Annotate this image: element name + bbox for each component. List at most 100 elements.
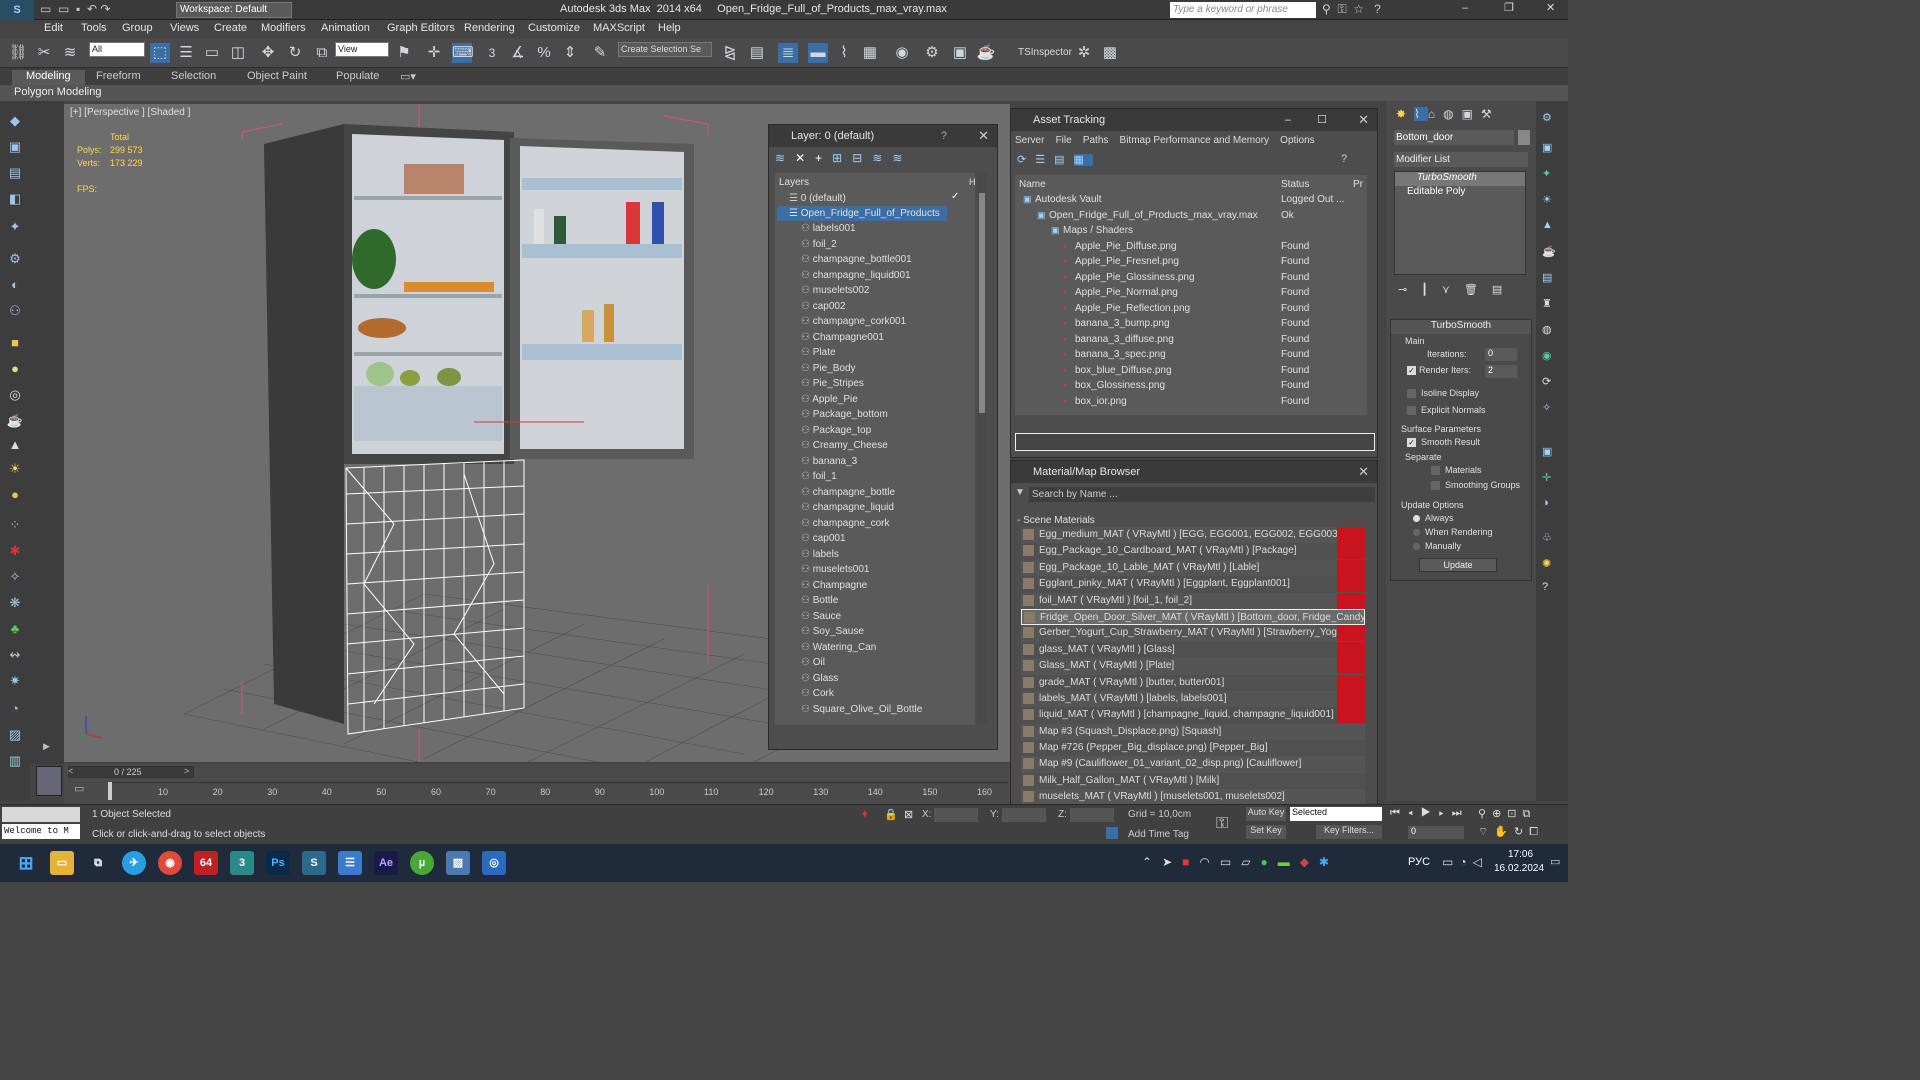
material-group-header[interactable]: - Scene Materials — [1017, 513, 1095, 528]
asset-menu-server[interactable]: Server — [1015, 135, 1044, 146]
layer-item[interactable]: ⚇ Plate — [801, 345, 836, 360]
layer-root[interactable]: ☰ 0 (default) — [789, 191, 965, 206]
ribbon-toggle-icon[interactable]: ▬ — [808, 43, 828, 63]
language-indicator[interactable]: РУС — [1408, 856, 1430, 868]
render-setup-icon[interactable]: ⚙ — [922, 43, 942, 63]
tool-icon-5[interactable]: ✦ — [5, 219, 25, 237]
maxscript-listener-field[interactable] — [2, 807, 80, 822]
tsinspector-settings-icon[interactable]: ✲ — [1074, 43, 1094, 63]
asset-row[interactable]: ▪ banana_3_bump.png Found — [1015, 316, 1367, 331]
asset-row[interactable]: ▪ Apple_Pie_Diffuse.png Found — [1015, 239, 1367, 254]
keyboard-shortcut-icon[interactable]: ⌨ — [452, 43, 474, 63]
telegram-icon[interactable]: ✈ — [122, 851, 146, 875]
layer-item[interactable]: ⚇ Creamy_Cheese — [801, 438, 888, 453]
asset-menu-options[interactable]: Options — [1280, 135, 1314, 146]
play-small-icon[interactable]: ▶ — [43, 741, 50, 752]
layer-item[interactable]: ⚇ labels — [801, 547, 839, 562]
material-close-button[interactable]: ✕ — [1358, 461, 1369, 483]
mirror-icon[interactable]: ⧎ — [720, 43, 740, 63]
asset-col-name[interactable]: Name — [1019, 177, 1046, 192]
asset-close-button[interactable]: ✕ — [1358, 109, 1369, 131]
asset-col-status[interactable]: Status — [1281, 177, 1309, 192]
app-64-icon[interactable]: 64 — [194, 851, 218, 875]
menu-modifiers[interactable]: Modifiers — [261, 22, 306, 34]
material-row[interactable]: Gerber_Yogurt_Cup_Strawberry_MAT ( VRayM… — [1021, 625, 1365, 642]
layer-scrollbar[interactable] — [977, 173, 987, 725]
layer-window-titlebar[interactable]: Layer: 0 (default) ? ✕ — [769, 125, 997, 147]
asset-row[interactable]: ▪ box_ior.png Found — [1015, 394, 1367, 409]
layer-item[interactable]: ⚇ Champagne — [801, 578, 867, 593]
angle-snap-icon[interactable]: ∡ — [508, 43, 528, 63]
menu-group[interactable]: Group — [122, 22, 153, 34]
volume-icon[interactable]: ◁ — [1473, 855, 1488, 869]
smooth-result-checkbox[interactable]: ✓ — [1407, 438, 1416, 447]
polygon-modeling-label[interactable]: Polygon Modeling — [14, 86, 101, 98]
layer-item[interactable]: ⚇ foil_2 — [801, 237, 837, 252]
edit-named-sel-icon[interactable]: ✎ — [590, 43, 610, 63]
tab-object-paint[interactable]: Object Paint — [247, 70, 307, 82]
layer-item[interactable]: ⚇ muselets002 — [801, 283, 869, 298]
explicit-normals-checkbox[interactable] — [1407, 406, 1416, 415]
asset-menu-file[interactable]: File — [1056, 135, 1072, 146]
tool-icon-2[interactable]: ▣ — [5, 139, 25, 157]
layer-item[interactable]: ⚇ Champagne001 — [801, 330, 884, 345]
asset-menu-paths[interactable]: Paths — [1083, 135, 1109, 146]
pin-stack-icon[interactable]: ⊸ — [1398, 284, 1421, 296]
select-object-icon[interactable]: ⬚ — [150, 43, 170, 63]
rt-icon-12[interactable]: ✧ — [1542, 401, 1551, 414]
tab-populate[interactable]: Populate — [336, 70, 379, 82]
rt-icon-7[interactable]: ▤ — [1542, 271, 1552, 284]
percent-snap-icon[interactable]: % — [534, 43, 554, 63]
schematic-view-icon[interactable]: ▦ — [860, 43, 880, 63]
material-row[interactable]: Map #3 (Squash_Displace.png) [Squash] — [1021, 723, 1365, 741]
auto-key-button[interactable]: Auto Key — [1246, 807, 1286, 821]
y-coord-field[interactable] — [1002, 808, 1046, 822]
app-logo-icon[interactable]: S — [0, 0, 34, 20]
iterations-spinner[interactable]: 0 — [1485, 348, 1517, 361]
material-row[interactable]: labels_MAT ( VRayMtl ) [labels, labels00… — [1021, 690, 1365, 708]
image-viewer-icon[interactable]: ▨ — [446, 851, 470, 875]
layer-new-icon[interactable]: ≋ — [775, 151, 795, 165]
motion-tab-icon[interactable]: ◍ — [1443, 107, 1461, 121]
time-tag-icon[interactable] — [1106, 827, 1118, 839]
layer-item[interactable]: ⚇ Package_top — [801, 423, 871, 438]
utilities-tab-icon[interactable]: ⚒ — [1481, 107, 1500, 121]
pan-icon[interactable]: ✋ — [1494, 826, 1514, 838]
smoothing-groups-checkbox[interactable] — [1431, 481, 1440, 490]
named-selection-dropdown[interactable]: Create Selection Se — [618, 42, 712, 57]
plant-icon[interactable]: ♣ — [5, 621, 25, 639]
unlink-icon[interactable]: ✂ — [34, 43, 54, 63]
rt-icon-6[interactable]: ☕ — [1542, 245, 1556, 258]
material-menu-arrow-icon[interactable]: ▼ — [1015, 487, 1025, 498]
welcome-field[interactable]: Welcome to M — [2, 824, 80, 839]
teapot-icon[interactable]: ☕ — [5, 413, 25, 431]
asset-status-field[interactable] — [1015, 433, 1375, 451]
tab-modeling[interactable]: Modeling — [12, 70, 85, 85]
display-tab-icon[interactable]: ▣ — [1462, 107, 1481, 121]
material-search-input[interactable]: Search by Name ... — [1029, 487, 1375, 502]
menu-views[interactable]: Views — [170, 22, 199, 34]
add-time-tag[interactable]: Add Time Tag — [1128, 829, 1189, 840]
tsinspector-label[interactable]: TSInspector — [1018, 47, 1072, 58]
app-3-icon[interactable]: 3 — [230, 851, 254, 875]
rt-help-icon[interactable]: ? — [1542, 581, 1548, 593]
key-icon[interactable]: ⚿ — [1337, 2, 1346, 16]
asset-col-pr[interactable]: Pr — [1353, 177, 1363, 192]
layer-highlight-icon[interactable]: ⊟ — [852, 151, 872, 165]
material-titlebar[interactable]: Material/Map Browser ✕ — [1011, 461, 1377, 483]
minimize-button[interactable]: – — [1462, 2, 1468, 14]
layer-item[interactable]: ⚇ Square_Olive_Oil_Bottle — [801, 702, 922, 717]
configure-modifier-icon[interactable]: ▤ — [1492, 284, 1516, 296]
material-row[interactable]: Egg_medium_MAT ( VRayMtl ) [EGG, EGG001,… — [1021, 527, 1365, 544]
layer-item[interactable]: ⚇ Soy_Sause — [801, 624, 864, 639]
asset-list-icon[interactable]: ☰ — [1035, 154, 1054, 166]
photoshop-icon[interactable]: Ps — [266, 851, 290, 875]
material-row[interactable]: liquid_MAT ( VRayMtl ) [champagne_liquid… — [1021, 707, 1365, 724]
render-icon[interactable]: ☕ — [976, 43, 996, 63]
orbit-icon[interactable]: ↻ — [1514, 826, 1529, 838]
material-row[interactable]: Egg_Package_10_Cardboard_MAT ( VRayMtl )… — [1021, 543, 1365, 560]
next-frame-icon[interactable]: > — [184, 766, 189, 776]
asset-row[interactable]: ▪ Apple_Pie_Normal.png Found — [1015, 285, 1367, 300]
asset-menu-bitmap[interactable]: Bitmap Performance and Memory — [1120, 135, 1270, 146]
tool-icon-1[interactable]: ◆ — [5, 113, 25, 131]
